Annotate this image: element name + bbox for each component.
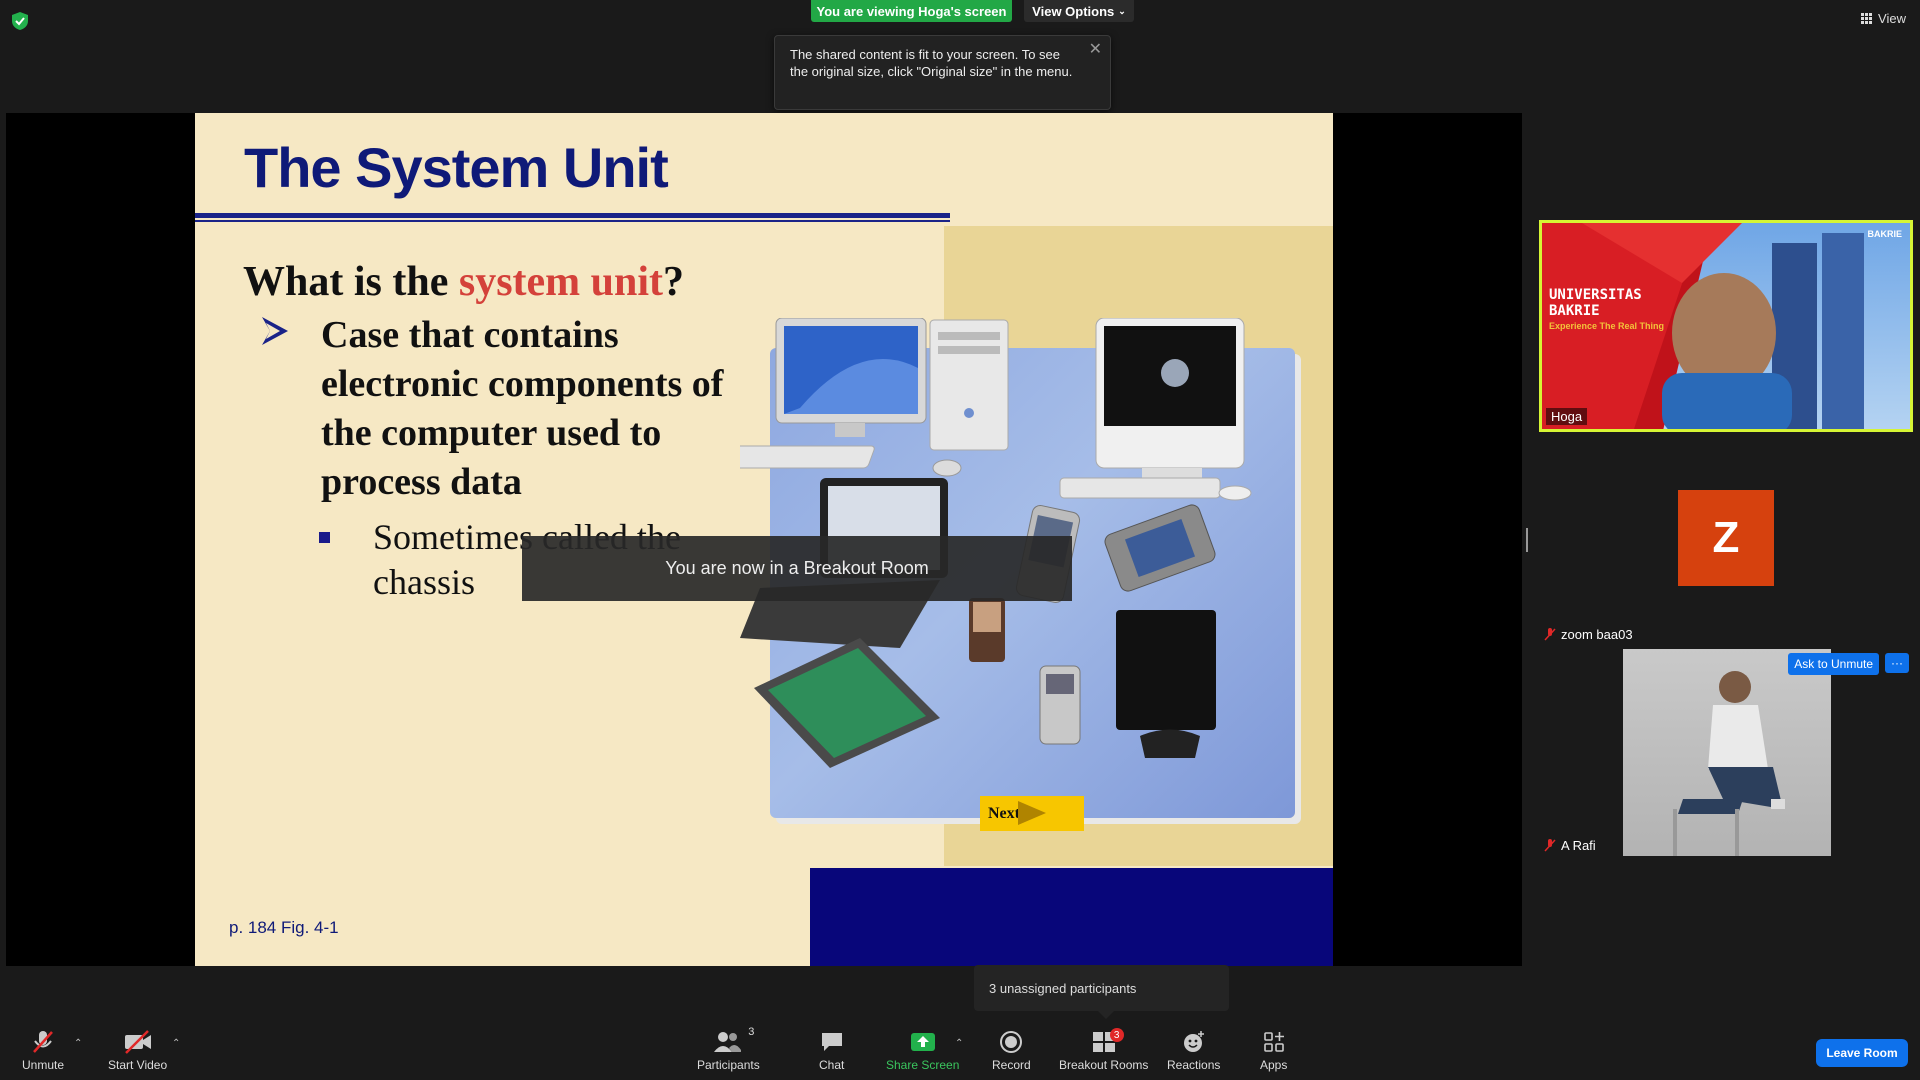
unmute-label: Unmute [22,1058,65,1072]
viewing-screen-banner: You are viewing Hoga's screen [811,0,1012,22]
reactions-label: Reactions [1167,1058,1221,1072]
a-rafi-video-feed [1623,649,1831,856]
ask-to-unmute-button[interactable]: Ask to Unmute [1788,653,1879,675]
view-options-label: View Options [1032,3,1115,19]
muted-mic-icon [1544,628,1556,641]
chat-button[interactable]: Chat [819,1030,844,1072]
apps-button[interactable]: Apps [1260,1030,1287,1072]
participant-name-zoom-baa03: zoom baa03 [1561,627,1633,642]
muted-mic-icon [1544,839,1556,852]
brand-logo: BAKRIE [1867,229,1902,239]
video-off-icon [124,1030,152,1054]
next-arrow-icon [1018,801,1046,825]
share-screen-label: Share Screen [886,1058,960,1072]
breakout-room-toast: You are now in a Breakout Room [522,536,1072,601]
unmute-button[interactable]: Unmute [22,1030,64,1072]
more-options-button[interactable]: ··· [1885,653,1909,673]
slide-reference: p. 184 Fig. 4-1 [229,918,339,937]
zoom-meeting-window: You are viewing Hoga's screen View Optio… [0,0,1920,1080]
fit-to-screen-tooltip: The shared content is fit to your screen… [774,35,1111,110]
next-label: Next [988,804,1020,822]
main-bullet-text: Case that contains electronic components… [321,314,724,503]
audio-options-caret-icon[interactable]: ⌃ [74,1038,82,1049]
participant-name-hoga: Hoga [1546,408,1588,425]
video-tile-hoga[interactable]: UNIVERSITAS BAKRIE Experience The Real T… [1539,220,1913,432]
chevron-down-icon: ⌄ [1118,5,1126,16]
apps-label: Apps [1260,1058,1288,1072]
chat-label: Chat [819,1058,845,1072]
meeting-toolbar: Unmute ⌃ Start Video ⌃ 3 Participants Ch… [0,1022,1920,1080]
participants-count: 3 [748,1026,755,1038]
square-bullet-icon [319,532,330,543]
question-suffix: ? [663,259,685,305]
participant-label: zoom baa03 [1544,627,1633,642]
participants-button[interactable]: 3 Participants [697,1026,760,1072]
title-divider [195,213,950,218]
participant-name-a-rafi: A Rafi [1561,838,1596,853]
panel-resize-handle[interactable] [1526,528,1528,552]
share-screen-button[interactable]: Share Screen [886,1030,959,1072]
participant-label: A Rafi [1544,838,1596,853]
share-screen-icon [910,1030,936,1054]
brand-line2: BAKRIE [1549,303,1600,319]
grid-view-icon [1861,13,1873,24]
arrow-bullet-icon [262,317,288,345]
apps-icon [1263,1030,1285,1054]
breakout-rooms-button[interactable]: 3 Breakout Rooms [1059,1028,1149,1072]
slide-question: What is the system unit? [243,258,684,306]
question-highlight: system unit [458,259,664,305]
chat-bubble-icon [820,1030,844,1054]
slide-footer-band [810,868,1333,966]
record-button[interactable]: Record [992,1030,1031,1072]
video-tile-zoom-baa03[interactable]: Z zoom baa03 [1539,445,1913,645]
view-button[interactable]: View [1861,11,1906,26]
record-icon [1000,1030,1023,1054]
breakout-rooms-label: Breakout Rooms [1059,1058,1149,1072]
title-divider-thin [195,220,950,222]
reactions-smiley-icon [1182,1030,1206,1054]
record-label: Record [992,1058,1031,1072]
view-options-button[interactable]: View Options ⌄ [1024,0,1134,22]
share-options-caret-icon[interactable]: ⌃ [955,1038,963,1049]
next-slide-button[interactable]: Next [980,796,1084,831]
brand-tagline: Experience The Real Thing [1549,321,1665,331]
unassigned-participants-popup[interactable]: 3 unassigned participants [974,965,1229,1019]
reactions-button[interactable]: Reactions [1167,1030,1220,1072]
muted-mic-icon [30,1030,56,1054]
video-tile-a-rafi[interactable]: Ask to Unmute ··· A Rafi [1539,649,1913,856]
avatar: Z [1678,490,1774,586]
person-photo [1673,671,1785,856]
tooltip-text: The shared content is fit to your screen… [790,47,1073,79]
participants-label: Participants [697,1058,760,1072]
question-prefix: What is the [243,259,459,305]
start-video-button[interactable]: Start Video [108,1030,167,1072]
security-shield-icon[interactable] [12,12,28,30]
leave-room-button[interactable]: Leave Room [1816,1039,1908,1067]
breakout-rooms-icon: 3 [1092,1028,1124,1054]
close-icon[interactable]: ✕ [1089,41,1102,58]
participants-icon: 3 [714,1026,754,1054]
slide-title: The System Unit [244,136,669,199]
brand-line1: UNIVERSITAS [1549,287,1642,303]
video-options-caret-icon[interactable]: ⌃ [172,1038,180,1049]
view-label: View [1878,11,1906,26]
breakout-rooms-badge: 3 [1109,1028,1124,1042]
start-video-label: Start Video [108,1058,168,1072]
